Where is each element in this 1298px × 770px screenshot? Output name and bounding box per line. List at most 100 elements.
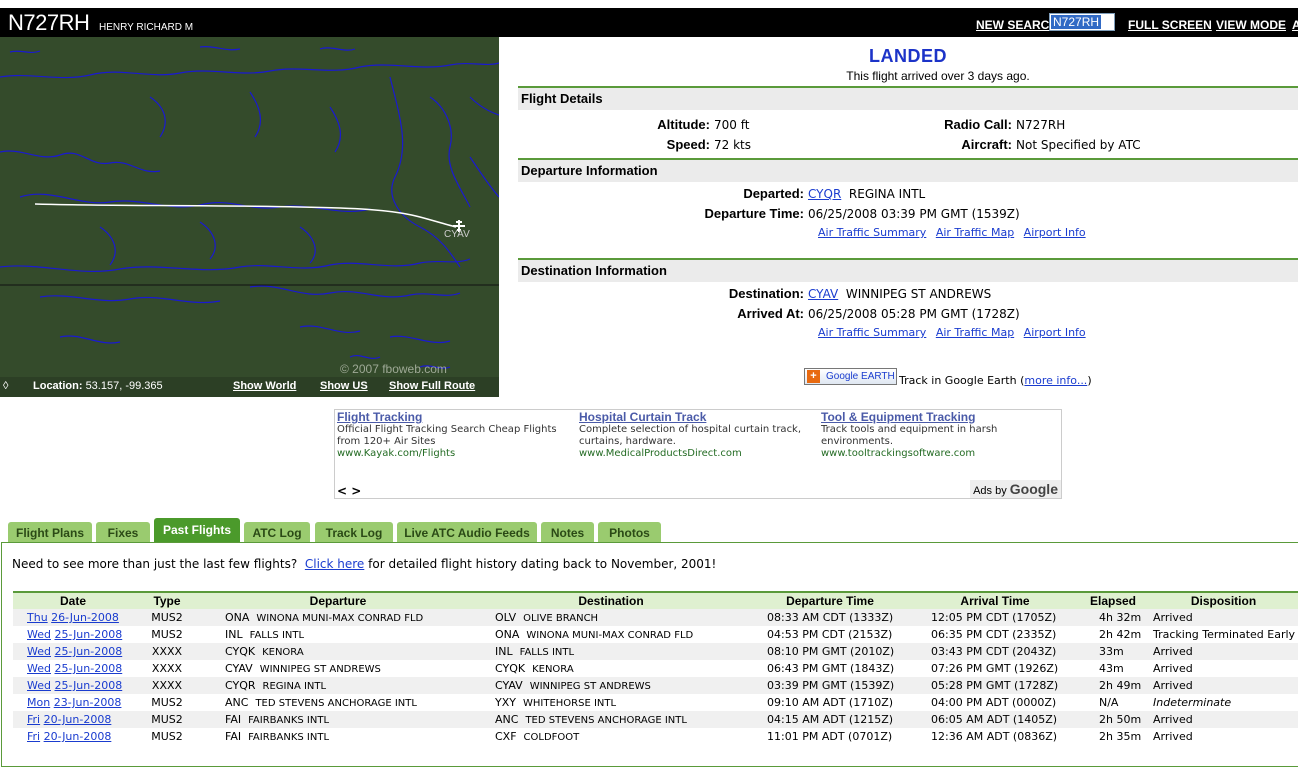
row-day-link[interactable]: Mon — [27, 696, 50, 709]
row-type: MUS2 — [151, 611, 183, 624]
row-date-link[interactable]: 23-Jun-2008 — [54, 696, 122, 709]
row-dep-code: FAI — [225, 730, 242, 743]
row-date-link[interactable]: 25-Jun-2008 — [54, 645, 122, 658]
tab-photos[interactable]: Photos — [598, 522, 661, 543]
row-dep-name: FALLS INTL — [249, 630, 305, 641]
ad-title[interactable]: Tool & Equipment Tracking — [821, 410, 1051, 424]
show-world-link[interactable]: Show World — [233, 380, 296, 392]
destination-air-traffic-summary-link[interactable]: Air Traffic Summary — [818, 326, 926, 339]
row-dep-name: FAIRBANKS INTL — [248, 732, 330, 743]
row-elapsed: N/A — [1099, 696, 1119, 709]
google-earth-button[interactable]: + Google EARTH — [804, 368, 897, 385]
row-day-link[interactable]: Wed — [27, 645, 51, 658]
table-row[interactable]: Thu 26-Jun-2008 MUS2 ONA WINONA MUNI-MAX C… — [13, 609, 1298, 626]
destination-air-traffic-map-link[interactable]: Air Traffic Map — [936, 326, 1014, 339]
row-disposition: Arrived — [1153, 713, 1193, 726]
map-border-14 — [9, 46, 356, 54]
ad-nav-arrows[interactable]: < > — [337, 484, 361, 498]
table-row[interactable]: Mon 23-Jun-2008 MUS2 ANC TED STEVENS ANCHO… — [13, 694, 1298, 711]
table-row[interactable]: Fri 20-Jun-2008 MUS2 FAI FAIRBANKS INTL ANC… — [13, 711, 1298, 728]
ad-url[interactable]: www.tooltrackingsoftware.com — [821, 448, 1051, 460]
new-search-link[interactable]: NEW SEARCH — [976, 18, 1058, 32]
table-row[interactable]: Wed 25-Jun-2008 MUS2 INL FALLS INTL ONA WIN… — [13, 626, 1298, 643]
ad-item[interactable]: Flight Tracking Official Flight Tracking… — [337, 410, 567, 460]
row-dest-name: KENORA — [532, 664, 574, 675]
ad-title[interactable]: Flight Tracking — [337, 410, 567, 424]
map-border-12 — [99, 221, 316, 266]
ad-item[interactable]: Tool & Equipment Tracking Track tools an… — [821, 410, 1051, 460]
row-elapsed: 33m — [1099, 645, 1124, 658]
map-border-7 — [39, 295, 221, 304]
destination-airport-code-link[interactable]: CYAV — [808, 287, 838, 301]
table-row[interactable]: Wed 25-Jun-2008 XXXX CYQK KENORA INL FALLS … — [13, 643, 1298, 660]
tab-track-log[interactable]: Track Log — [315, 522, 393, 543]
departure-airport-info-link[interactable]: Airport Info — [1024, 226, 1086, 239]
row-day-link[interactable]: Wed — [27, 628, 51, 641]
destination-airport-info-link[interactable]: Airport Info — [1024, 326, 1086, 339]
ads-by-google: Ads by Google — [970, 480, 1061, 498]
row-day-link[interactable]: Fri — [27, 730, 40, 743]
flight-map[interactable]: CYAV © 2007 fboweb.com ◊ Location: 53.15… — [0, 37, 499, 397]
row-day-link[interactable]: Fri — [27, 713, 40, 726]
ad-item[interactable]: Hospital Curtain Track Complete selectio… — [579, 410, 809, 460]
google-logo[interactable]: Google — [1010, 481, 1058, 497]
ad-title[interactable]: Hospital Curtain Track — [579, 410, 809, 424]
departure-air-traffic-summary-link[interactable]: Air Traffic Summary — [818, 226, 926, 239]
tab-past-flights[interactable]: Past Flights — [154, 518, 240, 543]
speed-value: 72 kts — [714, 138, 751, 152]
row-dest-code: INL — [495, 645, 513, 658]
row-date-link[interactable]: 25-Jun-2008 — [54, 679, 122, 692]
table-header-row: Date Type Departure Destination Departur… — [13, 592, 1298, 609]
table-row[interactable]: Wed 25-Jun-2008 XXXX CYQR REGINA INTL CYAV … — [13, 677, 1298, 694]
map-corner-icon[interactable]: ◊ — [3, 380, 8, 392]
search-input[interactable]: N727RH — [1049, 13, 1115, 31]
google-earth-text: Track in Google Earth (more info...) — [899, 374, 1092, 387]
tab-atc-log[interactable]: ATC Log — [244, 522, 310, 543]
tab-flight-plans[interactable]: Flight Plans — [8, 522, 92, 543]
row-date-link[interactable]: 26-Jun-2008 — [51, 611, 119, 624]
table-row[interactable]: Wed 25-Jun-2008 XXXX CYAV WINNIPEG ST ANDR… — [13, 660, 1298, 677]
departure-air-traffic-map-link[interactable]: Air Traffic Map — [936, 226, 1014, 239]
show-us-link[interactable]: Show US — [320, 380, 368, 392]
row-dep-time: 09:10 AM ADT (1710Z) — [767, 696, 894, 709]
row-date-link[interactable]: 25-Jun-2008 — [54, 662, 122, 675]
ad-url[interactable]: www.Kayak.com/Flights — [337, 448, 567, 460]
past-flights-body: Thu 26-Jun-2008 MUS2 ONA WINONA MUNI-MAX C… — [13, 609, 1298, 745]
cut-off-link[interactable]: A — [1292, 18, 1298, 32]
row-day-link[interactable]: Wed — [27, 679, 51, 692]
col-header-date: Date — [59, 594, 86, 608]
departure-airport-code-link[interactable]: CYQR — [808, 187, 841, 201]
history-click-here-link[interactable]: Click here — [305, 557, 364, 571]
past-flights-table: Date Type Departure Destination Departur… — [13, 591, 1298, 745]
tab-notes[interactable]: Notes — [541, 522, 594, 543]
tab-fixes[interactable]: Fixes — [96, 522, 150, 543]
tab-live-atc-audio-feeds[interactable]: Live ATC Audio Feeds — [397, 522, 537, 543]
row-date-link[interactable]: 20-Jun-2008 — [44, 713, 112, 726]
ad-url[interactable]: www.MedicalProductsDirect.com — [579, 448, 809, 460]
google-earth-label: Track in Google Earth ( — [899, 374, 1025, 387]
history-note: Need to see more than just the last few … — [12, 557, 716, 571]
row-dep-name: REGINA INTL — [262, 681, 327, 692]
google-earth-button-label: Google EARTH — [826, 371, 895, 382]
row-day-link[interactable]: Thu — [27, 611, 48, 624]
row-disposition: Arrived — [1153, 730, 1193, 743]
row-arr-time: 06:05 AM ADT (1405Z) — [931, 713, 1058, 726]
row-date-link[interactable]: 25-Jun-2008 — [54, 628, 122, 641]
table-row[interactable]: Fri 20-Jun-2008 MUS2 FAI FAIRBANKS INTL CXF… — [13, 728, 1298, 745]
row-date-link[interactable]: 20-Jun-2008 — [44, 730, 112, 743]
departed-label: Departed: — [743, 186, 804, 201]
google-earth-more-info-link[interactable]: more info... — [1024, 374, 1087, 387]
row-dep-time: 04:15 AM ADT (1215Z) — [767, 713, 894, 726]
full-screen-link[interactable]: FULL SCREEN — [1128, 18, 1212, 32]
row-dest-code: CYQK — [495, 662, 526, 675]
row-day-link[interactable]: Wed — [27, 662, 51, 675]
show-full-route-link[interactable]: Show Full Route — [389, 380, 475, 392]
row-disposition: Indeterminate — [1153, 696, 1232, 709]
row-dest-name: FALLS INTL — [519, 647, 575, 658]
row-dep-code: INL — [225, 628, 243, 641]
view-mode-link[interactable]: VIEW MODE — [1216, 18, 1286, 32]
row-dest-code: ONA — [495, 628, 520, 641]
row-elapsed: 2h 49m — [1099, 679, 1142, 692]
map-border-6 — [0, 258, 471, 272]
row-arr-time: 06:35 PM CDT (2335Z) — [931, 628, 1057, 641]
